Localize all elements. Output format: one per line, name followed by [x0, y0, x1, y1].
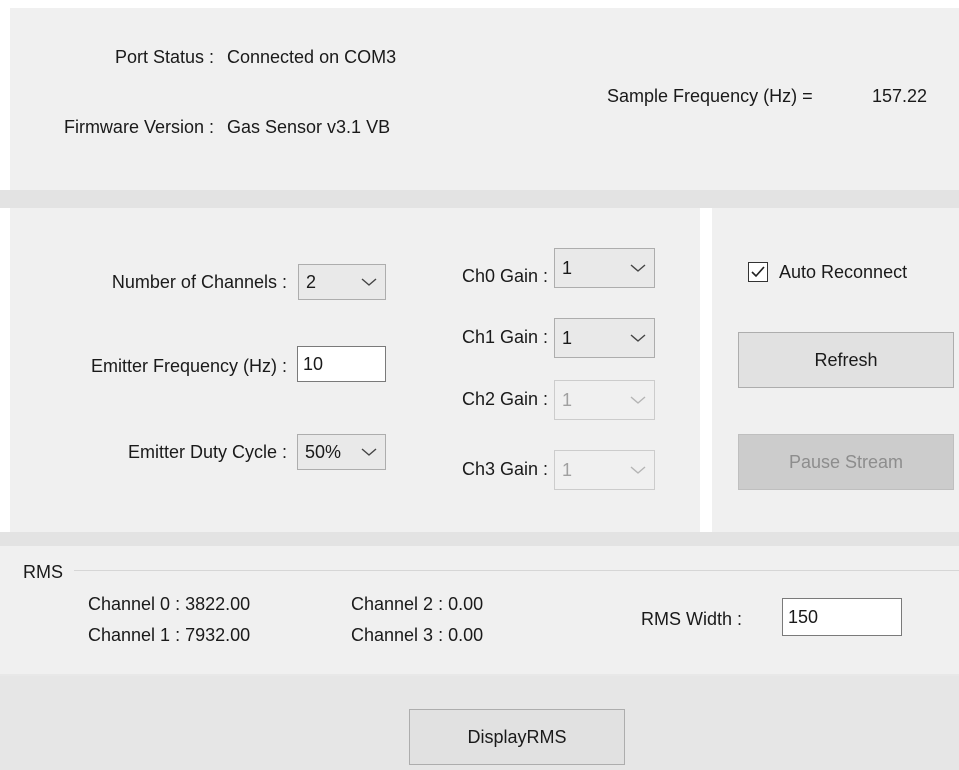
rms-channel-3: Channel 3 : 0.00 — [351, 625, 484, 645]
port-status-label: Port Status : — [114, 47, 214, 67]
rms-group-title: RMS — [23, 561, 67, 583]
duty-cycle-select[interactable]: 50% — [297, 434, 386, 470]
rms-width-label: RMS Width : — [641, 609, 743, 629]
ch1-gain-select[interactable]: 1 — [554, 318, 655, 358]
rms-channel-1: Channel 1 : 7932.00 — [88, 625, 251, 645]
controls-panel: Auto Reconnect Refresh Pause Stream — [712, 208, 959, 532]
rms-group: RMS Channel 0 : 3822.00 Channel 1 : 7932… — [0, 546, 959, 674]
ch3-gain-value: 1 — [562, 460, 573, 480]
pause-stream-button-label: Pause Stream — [788, 451, 904, 472]
chevron-down-icon — [630, 396, 646, 404]
chevron-down-icon — [630, 334, 646, 342]
section-divider — [0, 532, 959, 546]
ch2-gain-select: 1 — [554, 380, 655, 420]
refresh-button-label: Refresh — [814, 349, 878, 370]
section-divider — [0, 190, 959, 208]
num-channels-label: Number of Channels : — [111, 272, 287, 292]
chevron-down-icon — [630, 264, 646, 272]
ch2-gain-label: Ch2 Gain : — [461, 389, 548, 409]
port-status-value: Connected on COM3 — [227, 47, 397, 67]
duty-cycle-label: Emitter Duty Cycle : — [127, 442, 287, 462]
sample-frequency-label: Sample Frequency (Hz) = — [607, 86, 813, 106]
chevron-down-icon — [361, 278, 377, 286]
ch1-gain-label: Ch1 Gain : — [461, 327, 548, 347]
checkmark-icon — [751, 266, 765, 278]
rms-group-border — [74, 570, 959, 571]
refresh-button[interactable]: Refresh — [738, 332, 954, 388]
num-channels-select[interactable]: 2 — [298, 264, 386, 300]
emitter-frequency-label: Emitter Frequency (Hz) : — [90, 356, 287, 376]
ch0-gain-label: Ch0 Gain : — [461, 266, 548, 286]
chevron-down-icon — [630, 466, 646, 474]
auto-reconnect-checkbox[interactable] — [748, 262, 768, 282]
ch0-gain-value: 1 — [562, 258, 573, 278]
display-rms-button[interactable]: DisplayRMS — [409, 709, 625, 765]
footer-panel: DisplayRMS — [0, 676, 959, 770]
num-channels-value: 2 — [306, 272, 317, 292]
status-panel: Port Status : Connected on COM3 Firmware… — [10, 8, 959, 190]
ch3-gain-label: Ch3 Gain : — [461, 459, 548, 479]
ch2-gain-value: 1 — [562, 390, 573, 410]
emitter-frequency-field[interactable] — [298, 347, 385, 381]
sample-frequency-value: 157.22 — [872, 86, 928, 106]
pause-stream-button: Pause Stream — [738, 434, 954, 490]
emitter-frequency-input[interactable] — [297, 346, 386, 382]
display-rms-button-label: DisplayRMS — [467, 726, 567, 747]
auto-reconnect-label[interactable]: Auto Reconnect — [779, 261, 907, 283]
rms-channel-2: Channel 2 : 0.00 — [351, 594, 484, 614]
ch3-gain-select: 1 — [554, 450, 655, 490]
rms-width-field[interactable] — [783, 599, 901, 635]
settings-panel: Number of Channels : 2 Emitter Frequency… — [10, 208, 700, 532]
duty-cycle-value: 50% — [305, 442, 342, 462]
chevron-down-icon — [361, 448, 377, 456]
firmware-version-label: Firmware Version : — [63, 117, 214, 137]
ch1-gain-value: 1 — [562, 328, 573, 348]
rms-width-input[interactable] — [782, 598, 902, 636]
ch0-gain-select[interactable]: 1 — [554, 248, 655, 288]
rms-channel-0: Channel 0 : 3822.00 — [88, 594, 251, 614]
firmware-version-value: Gas Sensor v3.1 VB — [227, 117, 391, 137]
